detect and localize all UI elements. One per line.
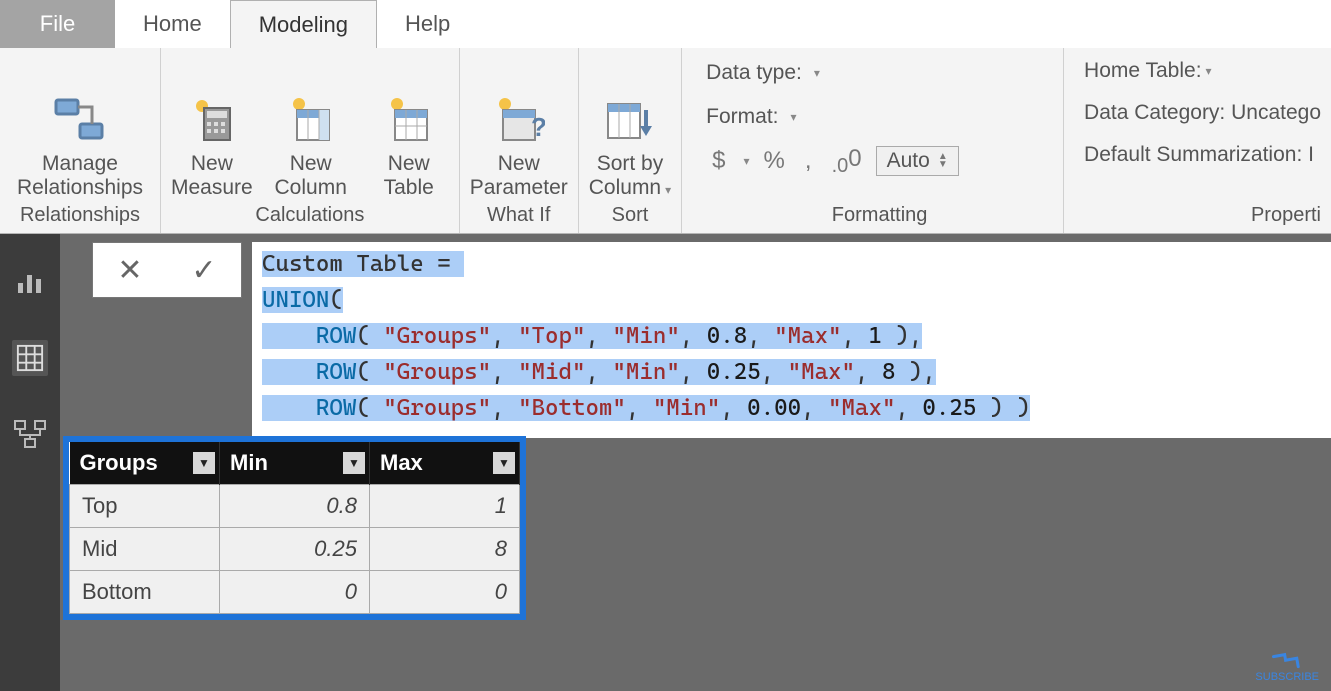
new-column-label: New Column: [275, 152, 347, 200]
data-type-dropdown[interactable]: ▾: [814, 66, 820, 80]
group-properties: Home Table: ▾ Data Category: Uncatego Def…: [1063, 48, 1331, 233]
group-relationships: Manage Relationships Relationships: [0, 48, 161, 233]
manage-relationships-label: Manage Relationships: [17, 152, 143, 200]
group-title-calculations: Calculations: [255, 204, 364, 231]
new-table-button[interactable]: New Table: [369, 92, 449, 200]
cell-min: 0: [220, 571, 370, 614]
svg-text:?: ?: [531, 112, 545, 142]
data-category-label: Data Category: Uncatego: [1084, 101, 1321, 125]
dax-formula-editor[interactable]: Custom Table = UNION( ROW( "Groups", "To…: [252, 242, 1331, 438]
cell-min: 0.8: [220, 485, 370, 528]
group-sort: Sort by Column▾ Sort: [579, 48, 682, 233]
new-table-icon: [381, 92, 437, 148]
decimal-button[interactable]: .00: [826, 145, 868, 178]
filter-min-button[interactable]: ▼: [343, 452, 365, 474]
group-title-whatif: What If: [487, 204, 550, 231]
result-table: Groups ▼ Min ▼ Max ▼ Top 0.8 1 Mid 0.25 8 B…: [63, 436, 526, 620]
sort-by-column-button[interactable]: Sort by Column▾: [589, 92, 671, 200]
new-column-icon: [283, 92, 339, 148]
thousands-button[interactable]: ,: [799, 147, 818, 175]
new-parameter-button[interactable]: ? New Parameter: [470, 92, 568, 200]
decimal-auto-box[interactable]: Auto ▲▼: [876, 146, 959, 176]
sort-icon: [602, 92, 658, 148]
cell-min: 0.25: [220, 528, 370, 571]
table-row[interactable]: Mid 0.25 8: [70, 528, 520, 571]
col-header-groups: Groups: [80, 450, 158, 475]
table-row[interactable]: Top 0.8 1: [70, 485, 520, 528]
home-table-label: Home Table:: [1084, 59, 1202, 83]
cancel-formula-button[interactable]: ✕: [117, 253, 142, 288]
percent-button[interactable]: %: [758, 147, 791, 175]
calculator-icon: [184, 92, 240, 148]
body-area: ✕ ✓ Custom Table = UNION( ROW( "Groups",…: [0, 234, 1331, 691]
report-view-icon[interactable]: [12, 264, 48, 300]
col-header-min: Min: [230, 450, 268, 475]
model-view-icon[interactable]: [12, 416, 48, 452]
new-table-label: New Table: [384, 152, 434, 200]
currency-button[interactable]: $: [706, 147, 731, 175]
new-column-button[interactable]: New Column: [271, 92, 351, 200]
new-measure-button[interactable]: New Measure: [171, 92, 253, 200]
group-calculations: New Measure New Column: [161, 48, 460, 233]
format-label: Format:: [706, 105, 778, 129]
tab-modeling[interactable]: Modeling: [230, 0, 377, 48]
summarization-label: Default Summarization: I: [1084, 143, 1314, 167]
cell-max: 0: [370, 571, 520, 614]
ribbon: Manage Relationships Relationships New M…: [0, 48, 1331, 234]
data-type-label: Data type:: [706, 61, 802, 85]
col-header-max: Max: [380, 450, 423, 475]
format-dropdown[interactable]: ▾: [791, 110, 797, 124]
cell-groups: Bottom: [70, 571, 220, 614]
new-measure-label: New Measure: [171, 152, 253, 200]
group-title-properties: Properti: [1251, 204, 1321, 231]
group-title-sort: Sort: [612, 204, 649, 231]
table-row[interactable]: Bottom 0 0: [70, 571, 520, 614]
group-whatif: ? New Parameter What If: [460, 48, 579, 233]
table-header-row: Groups ▼ Min ▼ Max ▼: [70, 442, 520, 485]
home-table-dropdown[interactable]: ▾: [1206, 64, 1212, 78]
filter-max-button[interactable]: ▼: [493, 452, 515, 474]
group-title-formatting: Formatting: [832, 204, 928, 231]
sort-by-column-label: Sort by Column▾: [589, 152, 671, 200]
cell-max: 1: [370, 485, 520, 528]
ribbon-tabs: File Home Modeling Help: [0, 0, 1331, 48]
new-parameter-label: New Parameter: [470, 152, 568, 200]
relationships-icon: [52, 92, 108, 148]
group-title-relationships: Relationships: [20, 204, 140, 231]
commit-formula-button[interactable]: ✓: [191, 253, 216, 288]
group-formatting: Data type: ▾ Format: ▾ $▾ % , .00 Auto ▲…: [682, 48, 1063, 233]
view-rail: [0, 234, 60, 691]
cell-groups: Mid: [70, 528, 220, 571]
tab-help[interactable]: Help: [377, 0, 478, 48]
parameter-icon: ?: [491, 92, 547, 148]
filter-groups-button[interactable]: ▼: [193, 452, 215, 474]
watermark: SUBSCRIBE: [1255, 651, 1319, 683]
data-view-icon[interactable]: [12, 340, 48, 376]
cell-groups: Top: [70, 485, 220, 528]
cell-max: 8: [370, 528, 520, 571]
tab-file[interactable]: File: [0, 0, 115, 48]
tab-home[interactable]: Home: [115, 0, 230, 48]
manage-relationships-button[interactable]: Manage Relationships: [10, 92, 150, 200]
